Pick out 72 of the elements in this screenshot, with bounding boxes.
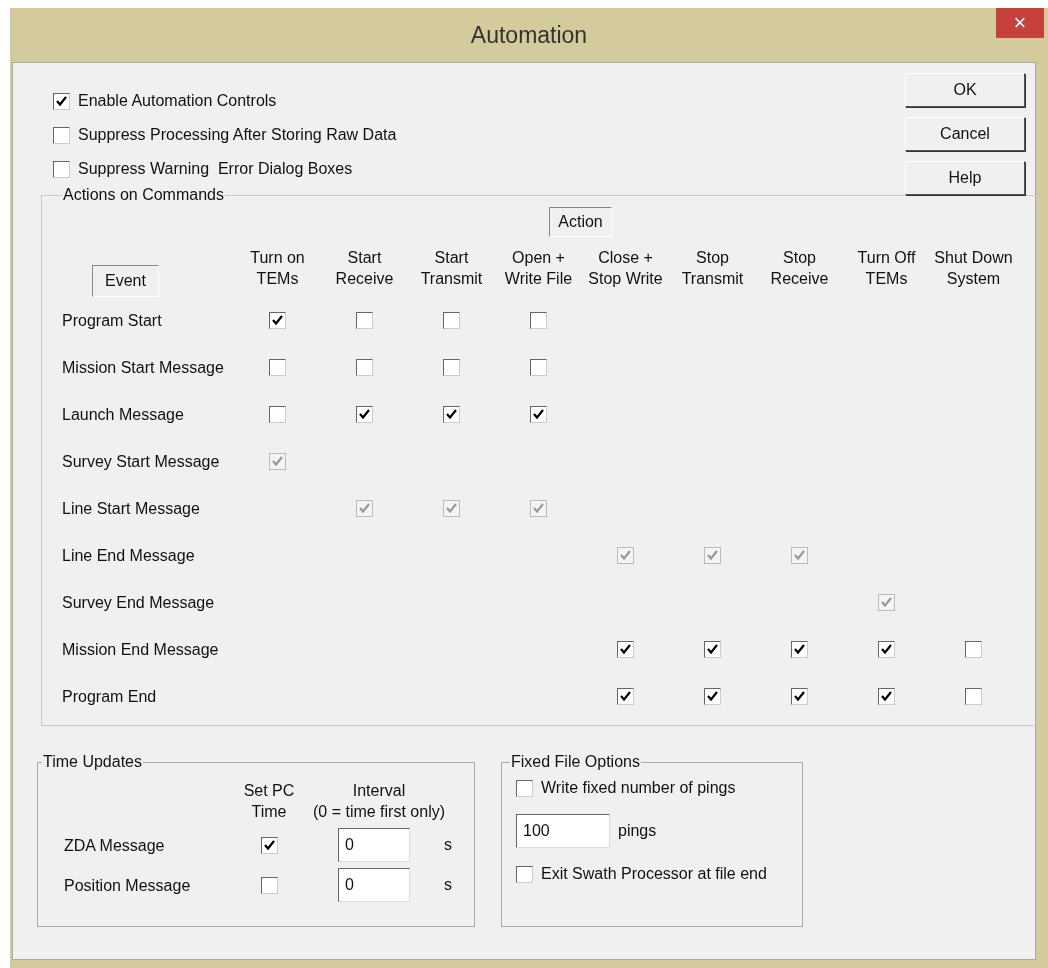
group-title: Time Updates — [42, 752, 143, 772]
checkbox[interactable] — [356, 359, 373, 376]
dialog-button[interactable]: Help — [905, 161, 1025, 195]
row-label: Position Message — [64, 876, 192, 896]
column-header: Close + Stop Write — [587, 248, 664, 289]
checkbox[interactable] — [530, 406, 547, 423]
input-field[interactable]: 0 — [338, 828, 410, 862]
checkbox[interactable] — [443, 359, 460, 376]
group-title: Actions on Commands — [62, 185, 225, 205]
column-header: Turn Off TEMs — [856, 248, 917, 289]
row-label: Launch Message — [62, 404, 184, 425]
checkbox[interactable] — [356, 406, 373, 423]
unit-label: pings — [618, 821, 657, 841]
row-label: Program End — [62, 686, 157, 707]
checkbox[interactable] — [443, 406, 460, 423]
checkbox-label: Enable Automation Controls — [78, 91, 277, 111]
column-header: Shut Down System — [933, 248, 1014, 289]
checkbox[interactable] — [269, 359, 286, 376]
checkbox[interactable] — [53, 126, 70, 144]
column-header: Start Receive — [334, 248, 395, 289]
checkbox[interactable] — [617, 641, 634, 658]
checkbox[interactable] — [269, 312, 286, 329]
row-label: Survey End Message — [62, 592, 215, 613]
column-header: Stop Receive — [769, 248, 830, 289]
checkbox-label: Suppress Processing After Storing Raw Data — [78, 125, 397, 145]
input-field[interactable]: 0 — [338, 868, 410, 902]
checkbox[interactable] — [53, 160, 70, 178]
row-label: Survey Start Message — [62, 451, 220, 472]
group-title: Fixed File Options — [510, 752, 641, 772]
checkbox[interactable] — [878, 688, 895, 705]
row-header: Event — [92, 265, 159, 297]
checkbox-label: Exit Swath Processor at file end — [541, 864, 767, 884]
checkbox-label: Suppress Warning Error Dialog Boxes — [78, 159, 353, 179]
checkbox[interactable] — [704, 641, 721, 658]
checkbox[interactable] — [878, 641, 895, 658]
column-header: Open + Write File — [503, 248, 574, 289]
checkbox[interactable] — [965, 641, 982, 658]
column-header: Stop Transmit — [680, 248, 745, 289]
checkbox[interactable] — [260, 876, 278, 894]
checkbox[interactable] — [704, 688, 721, 705]
row-label: Program Start — [62, 310, 162, 331]
checkbox[interactable] — [516, 865, 533, 883]
column-header: Interval (0 = time first only) — [312, 781, 446, 822]
checkbox[interactable] — [530, 312, 547, 329]
column-header: Action — [549, 207, 612, 237]
checkbox[interactable] — [617, 688, 634, 705]
dialog-button[interactable]: Cancel — [905, 117, 1025, 151]
row-label: ZDA Message — [64, 836, 166, 856]
row-label: Line Start Message — [62, 498, 200, 519]
checkbox[interactable] — [516, 779, 533, 797]
row-label: Mission End Message — [62, 639, 219, 660]
checkbox-label: Write fixed number of pings — [541, 778, 736, 798]
checkbox[interactable] — [791, 688, 808, 705]
column-header: Set PC Time — [242, 781, 296, 822]
checkbox[interactable] — [965, 688, 982, 705]
checkbox[interactable] — [791, 641, 808, 658]
checkbox[interactable] — [530, 359, 547, 376]
checkbox[interactable] — [260, 836, 278, 854]
column-header: Turn on TEMs — [249, 248, 306, 289]
checkbox[interactable] — [53, 92, 70, 110]
close-button[interactable]: × — [996, 8, 1044, 38]
window-title: Automation — [470, 20, 588, 50]
unit-label: s — [444, 875, 453, 895]
checkbox[interactable] — [269, 406, 286, 423]
input-field[interactable]: 100 — [516, 814, 610, 848]
dialog-button[interactable]: OK — [905, 73, 1025, 107]
row-label: Mission Start Message — [62, 357, 224, 378]
unit-label: s — [444, 835, 453, 855]
column-header: Start Transmit — [419, 248, 484, 289]
row-label: Line End Message — [62, 545, 195, 566]
checkbox[interactable] — [443, 312, 460, 329]
checkbox[interactable] — [356, 312, 373, 329]
